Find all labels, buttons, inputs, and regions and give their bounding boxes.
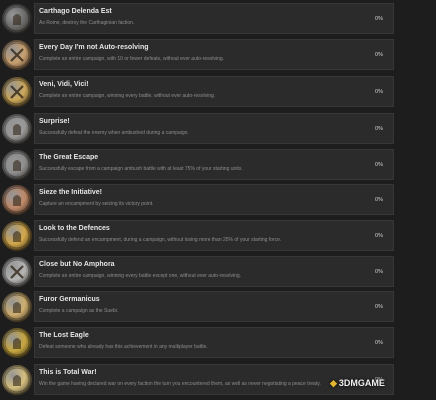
achievement-panel: Furor Germanicus Complete a campaign as t… xyxy=(34,291,394,322)
achievement-row[interactable]: Surprise! Successfully defeat the enemy w… xyxy=(0,113,396,145)
achievement-panel: Sieze the Initiative! Capture an encampme… xyxy=(34,184,394,215)
achievement-row[interactable]: Veni, Vidi, Vici! Complete an entire camp… xyxy=(0,76,396,108)
achievement-description: Complete an entire campaign, winning eve… xyxy=(39,273,242,279)
achievement-row[interactable]: Carthago Delenda Est As Rome, destroy the… xyxy=(0,3,396,35)
achievement-title: Sieze the Initiative! xyxy=(39,189,103,196)
achievement-row[interactable]: Look to the Defences Successfully defend … xyxy=(0,220,396,252)
achievement-percent: 0% xyxy=(375,52,383,58)
achievement-title: The Great Escape xyxy=(39,154,99,161)
achievement-description: Successfully defend an encampment, durin… xyxy=(39,237,282,243)
achievement-row[interactable]: Close but No Amphora Complete an entire c… xyxy=(0,256,396,288)
crossed-swords-badge-icon xyxy=(2,257,32,287)
achievement-row[interactable]: The Great Escape Successfully escape from… xyxy=(0,149,396,181)
crossed-swords-badge-icon xyxy=(2,77,32,107)
achievement-title: Surprise! xyxy=(39,118,70,125)
achievement-description: Capture an encampment by seizing its vic… xyxy=(39,201,154,207)
achievement-title: Every Day I'm not Auto-resolving xyxy=(39,44,149,51)
watermark: ◆ 3DMGAME xyxy=(330,378,385,389)
crossed-swords-badge-icon xyxy=(2,40,32,70)
achievement-title: Furor Germanicus xyxy=(39,296,100,303)
achievement-panel: Every Day I'm not Auto-resolving Complete… xyxy=(34,39,394,70)
achievement-description: Complete a campaign as the Suebi. xyxy=(39,308,119,314)
achievement-row[interactable]: The Lost Eagle Defeat someone who already… xyxy=(0,327,396,359)
achievement-title: This is Total War! xyxy=(39,369,97,376)
achievement-row[interactable]: Furor Germanicus Complete a campaign as t… xyxy=(0,291,396,323)
warrior-badge-icon xyxy=(2,185,32,215)
achievement-description: Win the game having declared war on ever… xyxy=(39,381,321,387)
fortress-badge-icon xyxy=(2,150,32,180)
achievement-row[interactable]: Every Day I'm not Auto-resolving Complete… xyxy=(0,39,396,71)
achievement-panel: Look to the Defences Successfully defend … xyxy=(34,220,394,251)
achievement-description: Complete an entire campaign, with 10 or … xyxy=(39,56,225,62)
achievement-title: The Lost Eagle xyxy=(39,332,89,339)
achievement-title: Carthago Delenda Est xyxy=(39,8,112,15)
achievement-panel: The Lost Eagle Defeat someone who already… xyxy=(34,327,394,358)
achievement-percent: 0% xyxy=(375,197,383,203)
achievement-row[interactable]: Sieze the Initiative! Capture an encampme… xyxy=(0,184,396,216)
achievement-percent: 0% xyxy=(375,89,383,95)
achievement-percent: 0% xyxy=(375,162,383,168)
helmet-badge-icon xyxy=(2,365,32,395)
soldier-badge-icon xyxy=(2,114,32,144)
achievement-description: Successfully defeat the enemy when ambus… xyxy=(39,130,189,136)
watermark-text: 3DMGAME xyxy=(338,378,385,388)
achievement-description: Defeat someone who already has this achi… xyxy=(39,344,208,350)
achievement-panel: Carthago Delenda Est As Rome, destroy the… xyxy=(34,3,394,34)
achievement-percent: 0% xyxy=(375,340,383,346)
achievement-panel: The Great Escape Successfully escape from… xyxy=(34,149,394,180)
achievement-title: Close but No Amphora xyxy=(39,261,115,268)
achievement-percent: 0% xyxy=(375,126,383,132)
achievement-description: Complete an entire campaign, winning eve… xyxy=(39,93,216,99)
3dm-logo-icon: ◆ xyxy=(330,378,337,388)
achievement-panel: Veni, Vidi, Vici! Complete an entire camp… xyxy=(34,76,394,107)
shield-badge-icon xyxy=(2,292,32,322)
achievement-title: Look to the Defences xyxy=(39,225,110,232)
achievement-description: Successfully escape from a campaign ambu… xyxy=(39,166,243,172)
achievement-description: As Rome, destroy the Carthaginian factio… xyxy=(39,20,135,26)
eagle-badge-icon xyxy=(2,328,32,358)
achievement-percent: 0% xyxy=(375,233,383,239)
helmet-badge-icon xyxy=(2,4,32,34)
achievement-panel: Surprise! Successfully defeat the enemy w… xyxy=(34,113,394,144)
achievement-panel: Close but No Amphora Complete an entire c… xyxy=(34,256,394,287)
gate-badge-icon xyxy=(2,221,32,251)
achievement-percent: 0% xyxy=(375,16,383,22)
achievement-title: Veni, Vidi, Vici! xyxy=(39,81,89,88)
achievement-percent: 0% xyxy=(375,304,383,310)
achievement-percent: 0% xyxy=(375,269,383,275)
achievement-list: Carthago Delenda Est As Rome, destroy the… xyxy=(0,0,436,400)
